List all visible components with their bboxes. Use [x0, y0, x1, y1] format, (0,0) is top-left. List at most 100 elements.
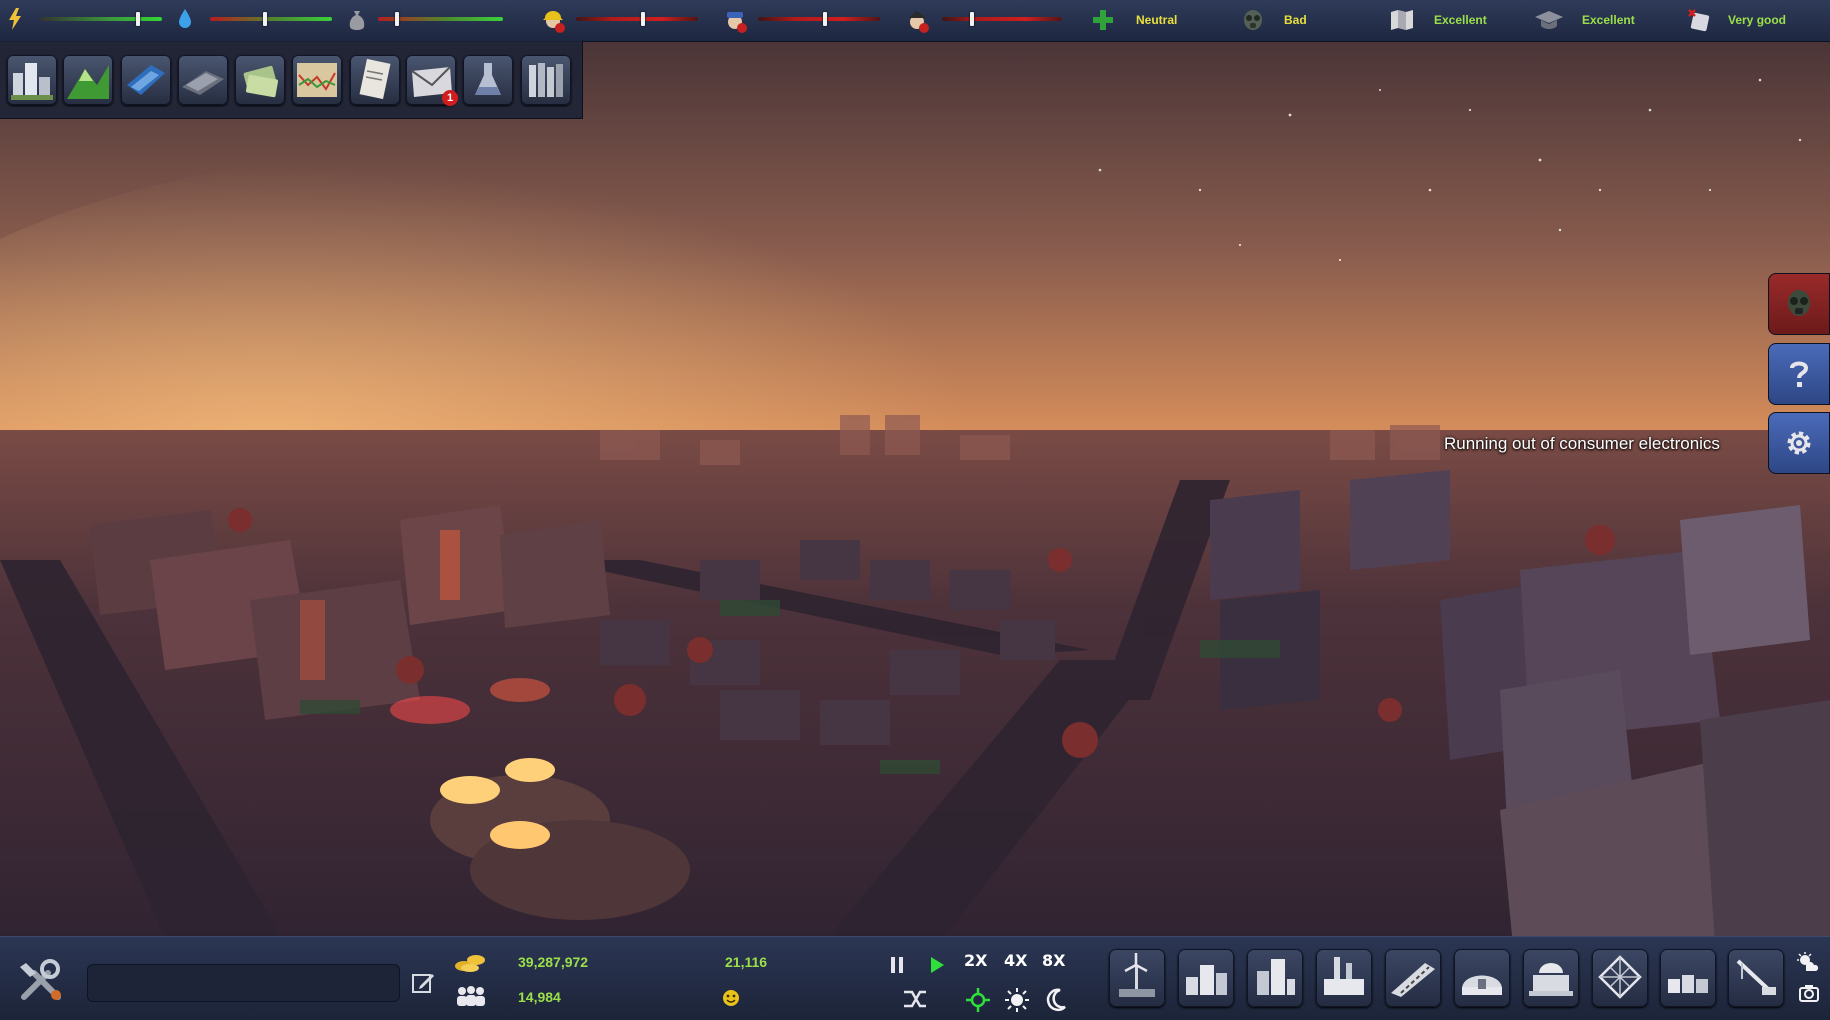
city-overview-button[interactable] — [7, 55, 57, 105]
industrial-icon — [1324, 957, 1364, 995]
help-icon — [1790, 361, 1809, 387]
build-roads-button[interactable] — [1385, 949, 1441, 1007]
build-crane-button[interactable] — [1728, 949, 1784, 1007]
camera-icon[interactable] — [1798, 983, 1820, 1003]
research-button[interactable] — [463, 55, 513, 105]
industry-icon — [182, 71, 224, 95]
build-services-button[interactable] — [1454, 949, 1510, 1007]
workers-level-marker — [641, 12, 646, 26]
library-icon — [529, 63, 563, 97]
top-status-bar: Neutral Bad Excellent Excellent Very goo… — [0, 0, 1830, 42]
finance-button[interactable] — [235, 55, 285, 105]
speed-8x-button[interactable]: 8X — [1042, 951, 1065, 970]
lightning-icon — [9, 8, 21, 30]
bottom-control-bar: 39,287,972 14,984 21,116 2X 4X 8X — [0, 936, 1830, 1020]
entertainment-status-text: Very good — [1728, 13, 1787, 27]
workers-meter[interactable] — [542, 0, 702, 41]
education-status[interactable]: Excellent — [1534, 0, 1644, 41]
wind-power-icon — [1119, 953, 1155, 997]
tourism-status-text: Excellent — [1434, 13, 1487, 27]
city-overview-icon — [11, 63, 53, 100]
rename-city-button[interactable] — [410, 970, 436, 996]
pause-button[interactable] — [888, 955, 906, 975]
fire-meter[interactable] — [906, 0, 1066, 41]
settings-button[interactable] — [1768, 412, 1830, 474]
build-government-button[interactable] — [1523, 949, 1579, 1007]
shuffle-icon[interactable] — [902, 988, 928, 1010]
documents-button[interactable] — [350, 55, 400, 105]
game-city-view[interactable] — [0, 0, 1830, 1019]
police-meter[interactable] — [724, 0, 884, 41]
services-icon — [1462, 975, 1502, 995]
waste-meter[interactable] — [348, 0, 508, 41]
auto-day-cycle-icon[interactable] — [964, 986, 992, 1014]
crane-icon — [1736, 959, 1776, 995]
power-level-bar — [40, 17, 162, 21]
road-icon — [1391, 963, 1435, 997]
speed-4x-button[interactable]: 4X — [1004, 951, 1027, 970]
pollution-status-text: Bad — [1284, 13, 1307, 27]
industry-button[interactable] — [178, 55, 228, 105]
government-building-icon — [1529, 963, 1573, 996]
day-sun-icon[interactable] — [1004, 987, 1030, 1013]
transport-button[interactable] — [121, 55, 171, 105]
tools-menu-button[interactable] — [10, 949, 72, 1011]
water-drop-icon — [179, 9, 191, 28]
edit-pencil-icon — [412, 974, 434, 993]
mail-button[interactable]: 1 — [406, 55, 458, 106]
library-button[interactable] — [521, 55, 571, 105]
landscape-icon — [67, 65, 109, 99]
build-storage-button[interactable] — [1660, 949, 1716, 1007]
build-greenhouse-button[interactable] — [1592, 949, 1648, 1007]
build-industrial-button[interactable] — [1316, 949, 1372, 1007]
build-power-button[interactable] — [1109, 949, 1165, 1007]
pollution-mask-icon — [1788, 290, 1810, 316]
gas-mask-icon — [1244, 10, 1262, 30]
economy-button[interactable] — [292, 55, 342, 105]
power-meter[interactable] — [8, 0, 162, 41]
police-level-bar — [758, 17, 880, 21]
water-level-bar — [210, 17, 332, 21]
entertainment-status[interactable]: Very good — [1686, 0, 1816, 41]
landscape-button[interactable] — [63, 55, 113, 105]
fire-level-bar — [942, 17, 1062, 21]
money-coins-icon — [455, 955, 485, 972]
education-status-text: Excellent — [1582, 13, 1635, 27]
city-name-field[interactable] — [87, 964, 400, 1002]
weather-icon[interactable] — [1796, 951, 1820, 973]
settings-gear-icon — [1787, 431, 1811, 455]
build-commercial-button[interactable] — [1247, 949, 1303, 1007]
storage-icon — [1668, 975, 1708, 993]
residential-icon — [1186, 965, 1227, 995]
help-button[interactable] — [1768, 343, 1830, 405]
fire-level-marker — [970, 12, 974, 26]
police-officer-icon — [727, 12, 747, 33]
build-residential-button[interactable] — [1178, 949, 1234, 1007]
money-icon — [243, 65, 279, 98]
happiness-value: 21,116 — [725, 954, 768, 970]
map-icon — [1391, 10, 1413, 30]
firefighter-icon — [908, 11, 929, 33]
commercial-icon — [1257, 959, 1295, 995]
waste-level-marker — [394, 12, 399, 26]
health-status[interactable]: Neutral — [1092, 0, 1202, 41]
money-value: 39,287,972 — [518, 954, 589, 970]
smiley-icon — [723, 990, 739, 1006]
transport-icon — [127, 65, 165, 95]
night-moon-icon[interactable] — [1044, 987, 1068, 1013]
notification-message: Running out of consumer electronics — [1444, 434, 1720, 453]
pollution-alert-button[interactable] — [1768, 273, 1830, 335]
water-meter[interactable] — [178, 0, 333, 41]
tourism-status[interactable]: Excellent — [1390, 0, 1500, 41]
pollution-status[interactable]: Bad — [1242, 0, 1342, 41]
research-flask-icon — [475, 63, 501, 95]
workers-level-bar — [576, 17, 698, 21]
economy-chart-icon — [297, 63, 337, 97]
mail-count-badge: 1 — [442, 90, 458, 106]
play-button[interactable] — [928, 955, 946, 975]
speed-2x-button[interactable]: 2X — [964, 951, 987, 970]
population-value: 14,984 — [518, 989, 561, 1005]
graduation-cap-icon — [1535, 11, 1563, 29]
water-level-marker — [262, 12, 267, 26]
documents-icon — [359, 58, 391, 100]
